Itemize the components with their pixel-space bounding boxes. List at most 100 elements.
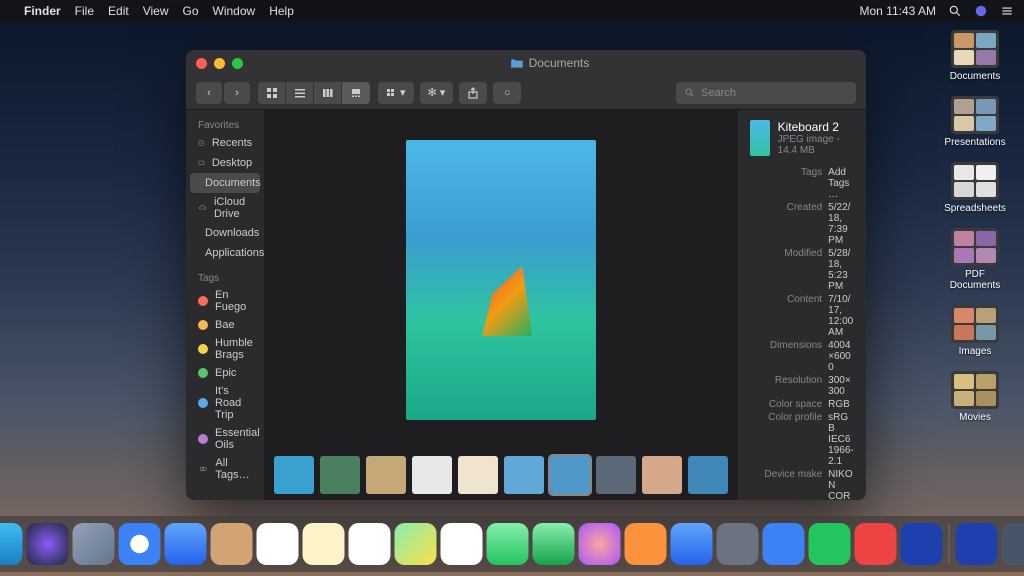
titlebar[interactable]: Documents xyxy=(186,50,866,76)
close-button[interactable] xyxy=(196,58,207,69)
desktop-folder-documents[interactable]: Documents xyxy=(940,30,1010,82)
back-button[interactable]: ‹ xyxy=(196,82,222,104)
column-view-button[interactable] xyxy=(314,82,342,104)
icon-view-button[interactable] xyxy=(258,82,286,104)
forward-button[interactable]: › xyxy=(224,82,250,104)
desktop-icons: Documents Presentations Spreadsheets PDF… xyxy=(940,30,1010,423)
minimize-button[interactable] xyxy=(214,58,225,69)
sidebar-tag-3[interactable]: Epic xyxy=(186,364,264,382)
desktop-folder-images[interactable]: Images xyxy=(940,305,1010,357)
sidebar-item-documents[interactable]: Documents xyxy=(190,173,260,193)
dock-maps[interactable] xyxy=(395,523,437,565)
info-row-1: Created5/22/18, 7:39 PM xyxy=(750,201,854,247)
menu-view[interactable]: View xyxy=(143,4,169,18)
thumbnail-1[interactable] xyxy=(320,456,360,494)
dock-appstore[interactable] xyxy=(671,523,713,565)
list-view-button[interactable] xyxy=(286,82,314,104)
dock-safari[interactable] xyxy=(119,523,161,565)
siri-icon[interactable] xyxy=(974,4,988,18)
tags-button[interactable]: ○ xyxy=(493,82,521,104)
share-button[interactable] xyxy=(459,82,487,104)
sidebar-tag-5[interactable]: Essential Oils xyxy=(186,424,264,454)
view-switcher xyxy=(258,82,370,104)
sidebar-item-desktop[interactable]: Desktop xyxy=(186,153,264,173)
spotlight-icon[interactable] xyxy=(948,4,962,18)
sidebar-item-icloud[interactable]: iCloud Drive xyxy=(186,193,264,223)
thumbnail-8[interactable] xyxy=(642,456,682,494)
sidebar-item-downloads[interactable]: Downloads xyxy=(186,223,264,243)
sidebar-tag-1[interactable]: Bae xyxy=(186,316,264,334)
window-title: Documents xyxy=(529,56,590,70)
menu-file[interactable]: File xyxy=(75,4,94,18)
action-button[interactable]: ✻ ▾ xyxy=(420,82,454,104)
info-filename: Kiteboard 2 xyxy=(778,120,854,134)
sidebar-all-tags[interactable]: All Tags… xyxy=(186,454,264,484)
search-icon xyxy=(684,87,695,98)
sidebar-favorites-header: Favorites xyxy=(186,116,264,133)
search-field[interactable]: Search xyxy=(676,82,856,104)
info-row-8: Device makeNIKON CORPORATION xyxy=(750,468,854,500)
dock-xcode[interactable] xyxy=(901,523,943,565)
desktop-folder-pdf[interactable]: PDF Documents xyxy=(940,228,1010,291)
sidebar-tag-2[interactable]: Humble Brags xyxy=(186,334,264,364)
thumbnail-9[interactable] xyxy=(688,456,728,494)
sidebar: Favorites Recents Desktop Documents iClo… xyxy=(186,110,264,500)
dock-notes[interactable] xyxy=(303,523,345,565)
dock-trash[interactable] xyxy=(1002,523,1024,565)
notification-icon[interactable] xyxy=(1000,4,1014,18)
dock-facetime[interactable] xyxy=(533,523,575,565)
dock-calendar[interactable] xyxy=(257,523,299,565)
menubar: Finder File Edit View Go Window Help Mon… xyxy=(0,0,1024,22)
dock-downloads[interactable] xyxy=(956,523,998,565)
dock-news[interactable] xyxy=(855,523,897,565)
maximize-button[interactable] xyxy=(232,58,243,69)
dock-keynote[interactable] xyxy=(763,523,805,565)
dock-siri[interactable] xyxy=(27,523,69,565)
thumbnail-2[interactable] xyxy=(366,456,406,494)
menu-edit[interactable]: Edit xyxy=(108,4,129,18)
desktop-folder-movies[interactable]: Movies xyxy=(940,371,1010,423)
preview-area xyxy=(264,110,738,450)
sidebar-item-applications[interactable]: Applications xyxy=(186,243,264,263)
menu-help[interactable]: Help xyxy=(269,4,294,18)
dock-finder[interactable] xyxy=(0,523,23,565)
toolbar: ‹ › ▾ ✻ ▾ ○ Search xyxy=(186,76,866,110)
sidebar-tags-header: Tags xyxy=(186,269,264,286)
thumbnail-7[interactable] xyxy=(596,456,636,494)
dock-ibooks[interactable] xyxy=(625,523,667,565)
thumbnail-6[interactable] xyxy=(550,456,590,494)
traffic-lights xyxy=(196,58,243,69)
dock-messages[interactable] xyxy=(487,523,529,565)
menu-window[interactable]: Window xyxy=(213,4,256,18)
thumbnail-5[interactable] xyxy=(504,456,544,494)
dock-itunes[interactable] xyxy=(579,523,621,565)
gallery-view xyxy=(264,110,738,500)
dock-reminders[interactable] xyxy=(349,523,391,565)
dock-numbers[interactable] xyxy=(809,523,851,565)
finder-window: Documents ‹ › ▾ ✻ ▾ ○ Search Favorites R… xyxy=(186,50,866,500)
dock xyxy=(0,516,1024,572)
dock-mail[interactable] xyxy=(165,523,207,565)
info-subtitle: JPEG image - 14.4 MB xyxy=(778,134,854,156)
thumbnail-3[interactable] xyxy=(412,456,452,494)
sidebar-item-recents[interactable]: Recents xyxy=(186,133,264,153)
clock[interactable]: Mon 11:43 AM xyxy=(860,4,937,18)
thumbnail-0[interactable] xyxy=(274,456,314,494)
dock-contacts[interactable] xyxy=(211,523,253,565)
dock-launchpad[interactable] xyxy=(73,523,115,565)
thumbnail-4[interactable] xyxy=(458,456,498,494)
info-row-0: TagsAdd Tags… xyxy=(750,166,854,201)
sidebar-tag-0[interactable]: En Fuego xyxy=(186,286,264,316)
sidebar-tag-4[interactable]: It's Road Trip xyxy=(186,382,264,424)
menu-go[interactable]: Go xyxy=(183,4,199,18)
app-name[interactable]: Finder xyxy=(24,4,61,18)
desktop-folder-presentations[interactable]: Presentations xyxy=(940,96,1010,148)
arrange-button[interactable]: ▾ xyxy=(378,82,414,104)
info-row-6: Color spaceRGB xyxy=(750,398,854,411)
desktop-folder-spreadsheets[interactable]: Spreadsheets xyxy=(940,162,1010,214)
dock-photos[interactable] xyxy=(441,523,483,565)
preview-image[interactable] xyxy=(406,140,596,420)
dock-separator xyxy=(949,524,950,564)
dock-preferences[interactable] xyxy=(717,523,759,565)
gallery-view-button[interactable] xyxy=(342,82,370,104)
